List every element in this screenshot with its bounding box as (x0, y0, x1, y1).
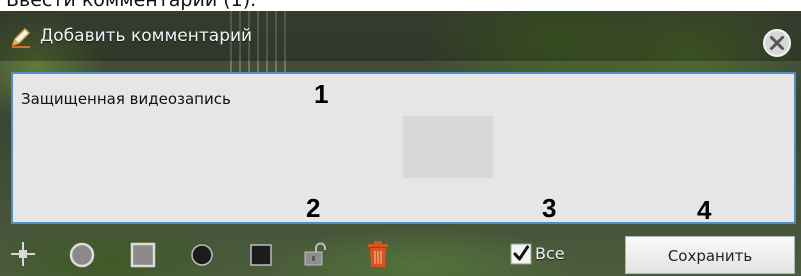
circle-filled-icon[interactable] (190, 243, 214, 267)
close-icon[interactable] (762, 28, 792, 58)
trash-icon[interactable] (366, 240, 390, 268)
comment-toolbar: Все Сохранить (0, 226, 801, 276)
unlock-icon[interactable] (302, 241, 328, 267)
callout-number-4: 4 (697, 195, 712, 225)
comment-field[interactable]: Защищенная видеозапись (11, 72, 796, 224)
square-outline-icon[interactable] (130, 242, 156, 268)
circle-outline-icon[interactable] (69, 242, 95, 268)
save-button[interactable]: Сохранить (625, 236, 795, 274)
dialog-title: Добавить комментарий (40, 26, 253, 46)
all-checkbox-label: Все (535, 244, 565, 263)
crosshair-icon[interactable] (9, 240, 37, 268)
callout-number-2: 2 (306, 193, 321, 223)
all-checkbox[interactable] (510, 243, 532, 265)
comment-field-shade (403, 116, 493, 178)
callout-number-1: 1 (314, 79, 329, 109)
comment-field-value: Защищенная видеозапись (21, 90, 231, 108)
dialog-header: Добавить комментарий (0, 11, 801, 61)
pencil-icon (9, 25, 33, 49)
top-caption: Ввести комментарий (1). (0, 0, 801, 11)
square-filled-icon[interactable] (249, 243, 273, 267)
callout-number-3: 3 (542, 193, 557, 223)
